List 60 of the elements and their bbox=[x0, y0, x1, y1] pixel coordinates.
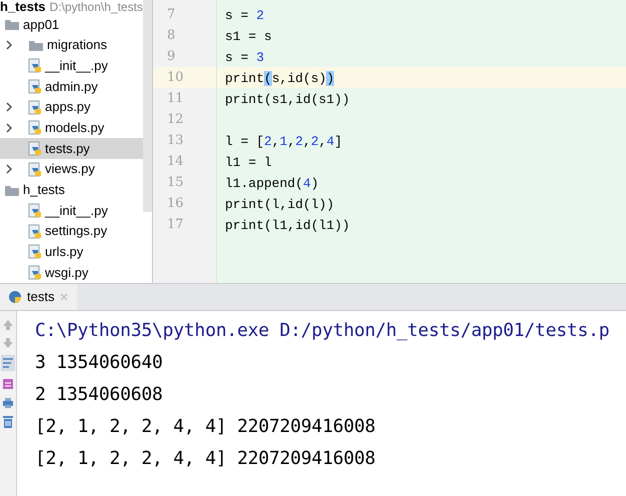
line-number: 10 bbox=[153, 67, 216, 88]
console-command: C:\Python35\python.exe D:/python/h_tests/app01/tests.p bbox=[35, 319, 610, 343]
python-icon bbox=[8, 290, 22, 304]
tree-item[interactable]: apps.py bbox=[0, 96, 143, 118]
line-number: 14 bbox=[166, 153, 185, 171]
line-number: 17 bbox=[166, 216, 185, 234]
code-line: s1 = s bbox=[225, 29, 272, 44]
folder-icon bbox=[28, 38, 44, 52]
line-number: 16 bbox=[166, 195, 185, 213]
print-icon[interactable] bbox=[2, 397, 14, 409]
console-output: [2, 1, 2, 2, 4, 4] 2207209416008 bbox=[35, 447, 376, 471]
tree-item[interactable]: wsgi.py bbox=[0, 262, 143, 283]
tree-item[interactable]: tests.py bbox=[0, 138, 143, 159]
soft-wrap-icon[interactable] bbox=[1, 355, 15, 371]
line-number: 12 bbox=[166, 111, 185, 129]
console-output: [2, 1, 2, 2, 4, 4] 2207209416008 bbox=[35, 415, 376, 439]
tree-item[interactable]: views.py bbox=[0, 158, 143, 180]
python-file-icon bbox=[28, 265, 42, 280]
code-line: l = [2,1,2,2,4] bbox=[225, 134, 342, 149]
tree-item[interactable]: __init__.py bbox=[0, 200, 143, 221]
python-file-icon bbox=[28, 162, 42, 177]
folder-icon bbox=[4, 17, 20, 32]
tree-item[interactable]: models.py bbox=[0, 117, 143, 138]
python-file-icon bbox=[28, 140, 42, 156]
tree-item[interactable]: h_tests bbox=[0, 180, 143, 200]
python-file-icon bbox=[28, 244, 42, 260]
tree-item[interactable]: app01 bbox=[0, 14, 143, 35]
console-output: 2 1354060608 bbox=[35, 383, 164, 407]
code-line: l1 = l bbox=[225, 155, 272, 170]
line-number: 15 bbox=[166, 174, 185, 192]
tree-item[interactable]: migrations bbox=[0, 34, 143, 56]
console-output: 3 1354060640 bbox=[35, 351, 164, 375]
tree-item[interactable]: urls.py bbox=[0, 242, 143, 262]
line-number: 9 bbox=[166, 48, 176, 66]
code-line: l1.append(4) bbox=[225, 176, 319, 191]
scrollbar[interactable] bbox=[143, 0, 152, 212]
line-number: 8 bbox=[166, 27, 176, 45]
trash-icon[interactable] bbox=[2, 415, 14, 429]
code-line: print(s,id(s)) bbox=[225, 71, 334, 86]
project-path: D:\python\h_tests bbox=[50, 0, 143, 15]
python-file-icon bbox=[28, 58, 42, 74]
python-file-icon bbox=[28, 224, 42, 239]
run-tab[interactable]: tests bbox=[0, 284, 78, 310]
code-line: print(l,id(l)) bbox=[225, 197, 334, 212]
tree-item[interactable]: admin.py bbox=[0, 76, 143, 97]
project-name: h_tests bbox=[0, 0, 46, 15]
tree-item[interactable]: settings.py bbox=[0, 220, 143, 242]
line-number: 11 bbox=[166, 90, 185, 108]
line-number: 7 bbox=[166, 6, 176, 24]
code-line: s = 2 bbox=[225, 8, 264, 23]
python-file-icon bbox=[28, 100, 42, 115]
scroll-end-icon[interactable] bbox=[2, 377, 14, 391]
python-file-icon bbox=[28, 203, 42, 218]
python-file-icon bbox=[28, 78, 42, 94]
code-line: print(l1,id(l1)) bbox=[225, 218, 350, 233]
code-line: print(s1,id(s1)) bbox=[225, 92, 350, 107]
python-file-icon bbox=[28, 120, 42, 136]
tree-item[interactable]: __init__.py bbox=[0, 55, 143, 76]
code-line: s = 3 bbox=[225, 50, 264, 65]
line-number: 13 bbox=[166, 132, 185, 150]
